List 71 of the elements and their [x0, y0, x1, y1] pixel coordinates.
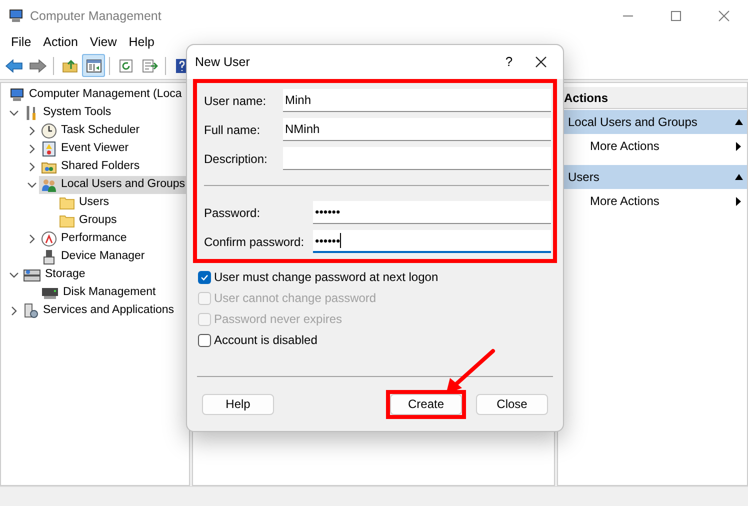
dialog-button[interactable]: Help	[202, 394, 274, 414]
computer-icon	[8, 8, 24, 24]
field-label: User name:	[204, 92, 268, 110]
checkbox[interactable]	[198, 334, 211, 346]
menu-item[interactable]: Action	[38, 32, 83, 52]
tree-item[interactable]: Computer Management (Loca	[7, 86, 186, 104]
users-icon	[41, 177, 57, 193]
help-glyph[interactable]: ?	[499, 52, 519, 72]
forward-arrow-icon	[28, 58, 46, 72]
gauge-icon	[41, 231, 57, 247]
computer-icon	[9, 87, 25, 103]
chevron-right-icon[interactable]	[9, 306, 19, 316]
refresh-icon	[118, 58, 132, 72]
dialog-title: New User	[195, 54, 251, 71]
clock-icon	[41, 123, 57, 139]
field-label: Confirm password:	[204, 234, 306, 250]
tree-item[interactable]: Performance	[39, 230, 131, 248]
chevron-down-icon[interactable]	[9, 108, 19, 118]
folder-icon	[59, 214, 75, 228]
back-arrow-icon	[4, 58, 22, 72]
chevron-right-icon[interactable]	[27, 234, 37, 244]
input-field[interactable]: Minh	[283, 89, 551, 112]
disk-drive-icon	[41, 286, 59, 300]
menu-item[interactable]: Help	[124, 32, 160, 52]
collapse-triangle-icon[interactable]	[735, 174, 743, 180]
tree-item[interactable]: Shared Folders	[39, 158, 144, 176]
field-label: Full name:	[204, 122, 262, 138]
chevron-down-icon[interactable]	[9, 270, 19, 280]
tree-item[interactable]: System Tools	[21, 104, 116, 122]
tree-item[interactable]: Device Manager	[39, 248, 149, 266]
tree-item[interactable]: Disk Management	[39, 284, 160, 302]
chevron-down-icon[interactable]	[27, 180, 37, 190]
tree-item[interactable]: Groups	[57, 212, 121, 230]
window-title: Computer Management	[30, 8, 162, 25]
tree-item[interactable]: Storage	[21, 266, 90, 284]
services-icon	[23, 303, 39, 319]
submenu-arrow-icon	[736, 142, 741, 150]
submenu-arrow-icon	[736, 196, 741, 206]
dialog-button[interactable]: Create	[390, 394, 462, 414]
input-field[interactable]: NMinh	[283, 118, 551, 141]
checkbox-label[interactable]: User must change password at next logon	[214, 268, 438, 286]
menu-item[interactable]: File	[6, 32, 36, 52]
storage-icon	[23, 267, 41, 283]
checkbox[interactable]	[198, 270, 211, 284]
maximize-icon[interactable]	[670, 10, 682, 22]
action-item[interactable]: More Actions	[558, 189, 747, 213]
log-book-icon	[41, 141, 57, 157]
toolbar-button[interactable]	[82, 54, 105, 77]
tree-item[interactable]: Users	[57, 194, 114, 212]
folder-icon	[59, 196, 75, 210]
input-field[interactable]: ••••••	[313, 230, 551, 253]
collapse-triangle-icon[interactable]	[735, 119, 743, 125]
tree-item[interactable]: Services and Applications	[21, 302, 178, 320]
tree-item[interactable]: Event Viewer	[39, 140, 133, 158]
tree-item[interactable]: Local Users and Groups	[39, 176, 189, 194]
checkbox-label[interactable]: Account is disabled	[214, 331, 318, 349]
action-item[interactable]: More Actions	[558, 134, 747, 158]
check-icon	[200, 272, 209, 282]
menu-item[interactable]: View	[84, 32, 122, 52]
input-field[interactable]: ••••••	[313, 201, 551, 224]
field-label: Description:	[204, 150, 268, 168]
console-tree-icon	[86, 58, 102, 72]
input-field[interactable]	[283, 147, 551, 170]
export-list-icon	[142, 58, 158, 72]
tree-item[interactable]: Task Scheduler	[39, 122, 144, 140]
close-icon[interactable]	[535, 56, 547, 68]
folder-up-icon	[62, 58, 78, 72]
dialog-button[interactable]: Close	[476, 394, 548, 414]
field-label: Password:	[204, 204, 262, 222]
device-icon	[41, 249, 57, 265]
text-cursor	[340, 233, 342, 248]
